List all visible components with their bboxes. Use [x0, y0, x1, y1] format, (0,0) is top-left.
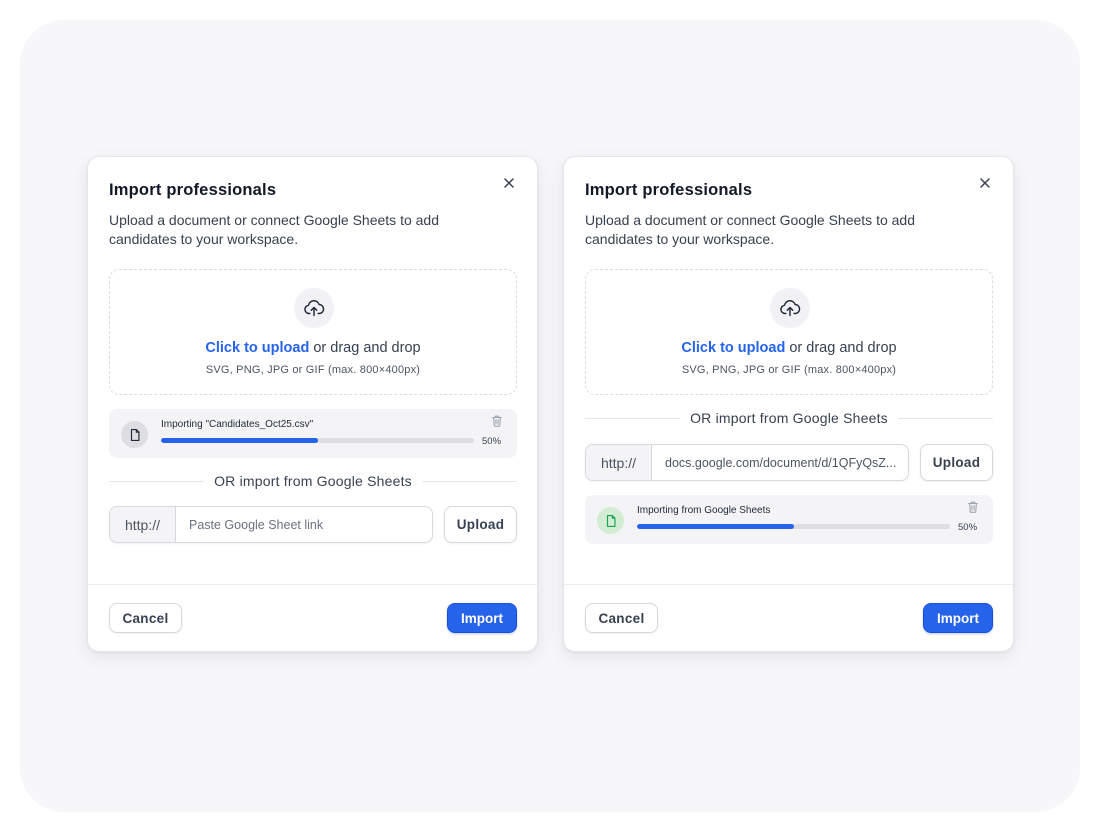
sheet-link-input[interactable]	[653, 445, 908, 480]
modal-title: Import professionals	[585, 181, 753, 199]
progress-label: Importing from Google Sheets	[637, 505, 771, 516]
modal-subtitle: Upload a document or connect Google Shee…	[585, 212, 915, 247]
import-modal-sheets: Import professionals Upload a document o…	[563, 156, 1014, 652]
modal-title: Import professionals	[109, 181, 277, 199]
upload-dropzone[interactable]: Click to upload or drag and drop SVG, PN…	[109, 269, 517, 395]
progress-percent: 50%	[482, 436, 502, 447]
url-prefix: http://	[586, 445, 652, 480]
trash-icon[interactable]	[966, 500, 980, 514]
cloud-upload-icon	[294, 288, 334, 328]
file-type-hint: SVG, PNG, JPG or GIF (max. 800×400px)	[205, 364, 421, 376]
or-divider: OR import from Google Sheets	[109, 471, 517, 491]
progress-fill	[161, 438, 318, 443]
dropzone-instructions: Click to upload or drag and drop	[586, 340, 992, 356]
progress-track	[161, 438, 474, 443]
or-divider-text: OR import from Google Sheets	[690, 410, 888, 426]
progress-label: Importing "Candidates_Oct25.csv"	[161, 419, 314, 430]
cancel-button[interactable]: Cancel	[585, 603, 658, 633]
or-divider: OR import from Google Sheets	[585, 408, 993, 428]
click-to-upload-link[interactable]: Click to upload	[681, 340, 785, 356]
upload-button[interactable]: Upload	[444, 506, 517, 543]
close-icon[interactable]	[501, 175, 517, 191]
url-prefix: http://	[110, 507, 176, 542]
import-modal-file: Import professionals Upload a document o…	[87, 156, 538, 652]
close-icon[interactable]	[977, 175, 993, 191]
dropzone-instructions: Click to upload or drag and drop	[110, 340, 516, 356]
sheet-url-group: http://	[585, 444, 909, 481]
upload-dropzone[interactable]: Click to upload or drag and drop SVG, PN…	[585, 269, 993, 395]
progress-percent: 50%	[958, 522, 978, 533]
cancel-button[interactable]: Cancel	[109, 603, 182, 633]
trash-icon[interactable]	[490, 414, 504, 428]
footer-divider	[564, 584, 1013, 585]
upload-progress-card: Importing "Candidates_Oct25.csv" 50%	[109, 409, 517, 458]
sheet-link-input[interactable]	[177, 507, 432, 542]
click-to-upload-link[interactable]: Click to upload	[205, 340, 309, 356]
file-icon	[597, 507, 624, 534]
sheet-url-group: http://	[109, 506, 433, 543]
drag-drop-text: or drag and drop	[785, 340, 897, 356]
modal-subtitle: Upload a document or connect Google Shee…	[109, 212, 439, 247]
sheets-progress-card: Importing from Google Sheets 50%	[585, 495, 993, 544]
upload-button[interactable]: Upload	[920, 444, 993, 481]
drag-drop-text: or drag and drop	[309, 340, 421, 356]
progress-fill	[637, 524, 794, 529]
footer-divider	[88, 584, 537, 585]
progress-track	[637, 524, 950, 529]
or-divider-text: OR import from Google Sheets	[214, 473, 412, 489]
file-type-hint: SVG, PNG, JPG or GIF (max. 800×400px)	[681, 364, 897, 376]
import-button[interactable]: Import	[923, 603, 993, 633]
file-icon	[121, 421, 148, 448]
cloud-upload-icon	[770, 288, 810, 328]
import-button[interactable]: Import	[447, 603, 517, 633]
